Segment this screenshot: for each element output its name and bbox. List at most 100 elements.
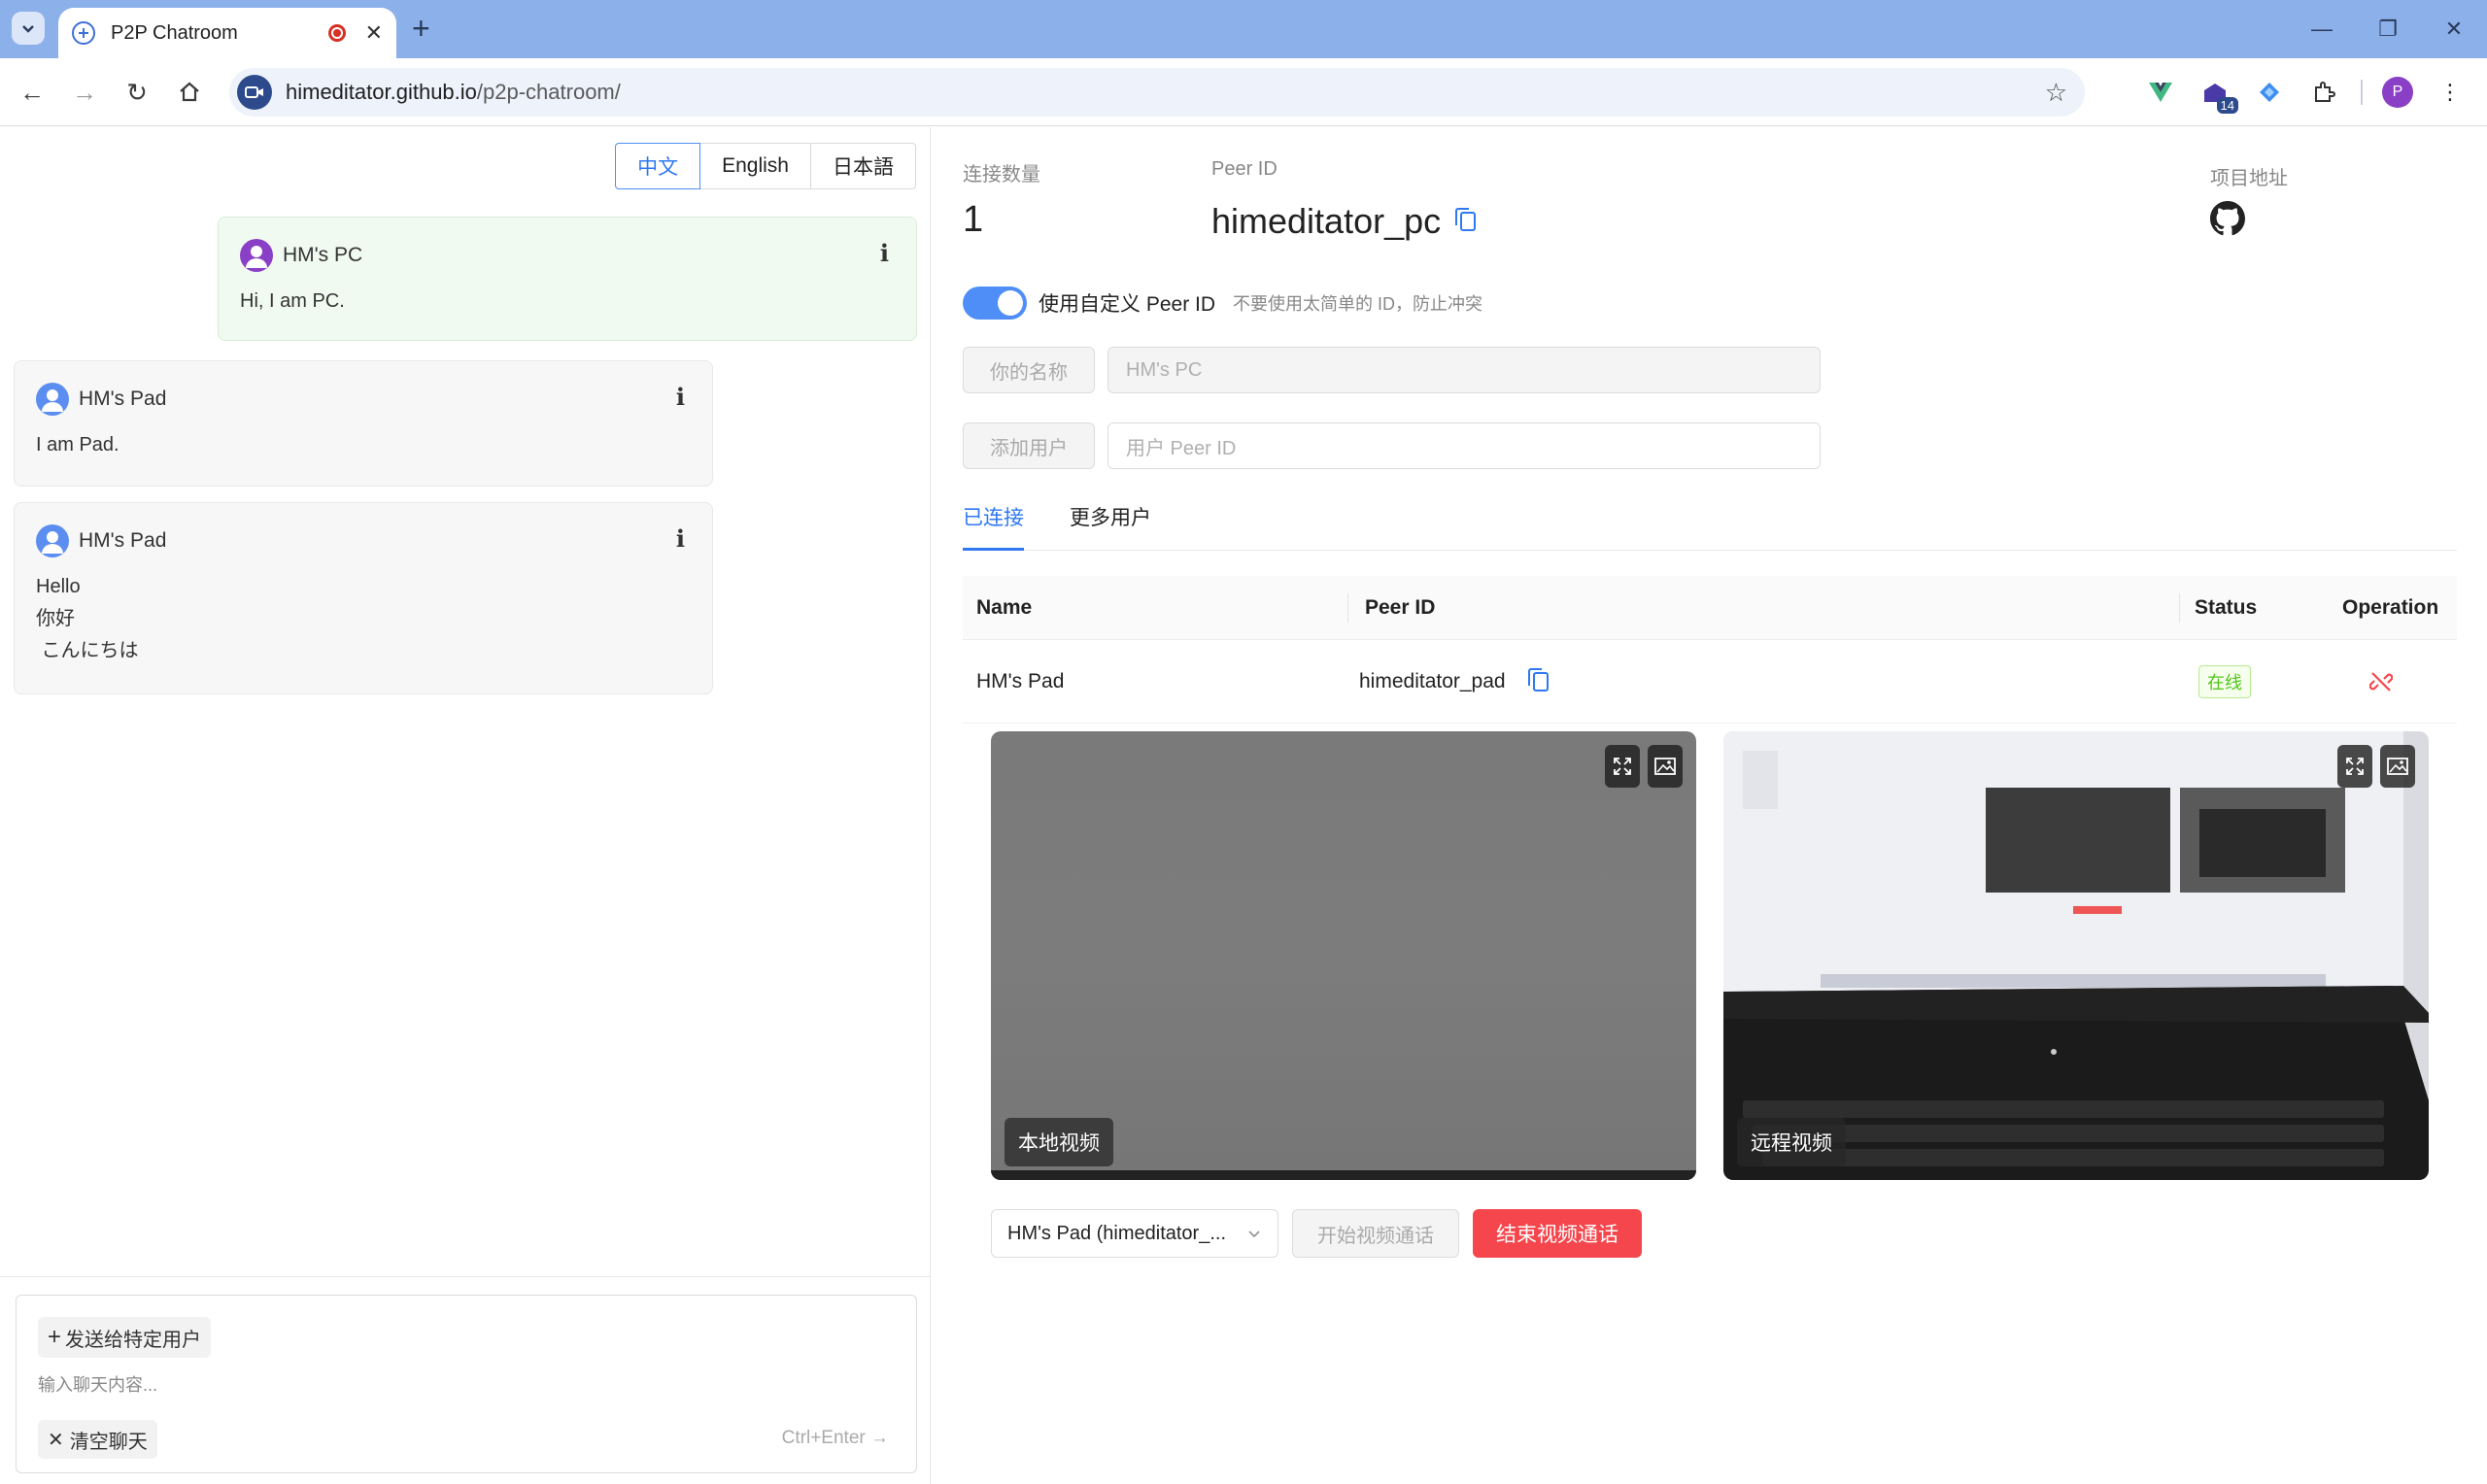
message-text: Hello 你好 こんにちは <box>36 576 139 661</box>
connection-count: 1 <box>963 199 984 240</box>
custom-peer-id-toggle[interactable] <box>963 287 1027 320</box>
browser-tab[interactable]: P2P Chatroom ✕ <box>58 8 396 58</box>
peer-id-input[interactable]: 用户 Peer ID <box>1107 422 1821 469</box>
chat-message: HM's PC i Hi, I am PC. <box>218 217 917 341</box>
send-to-user-button[interactable]: + 发送给特定用户 <box>38 1317 212 1358</box>
remote-video[interactable]: 远程视频 <box>1723 731 2429 1180</box>
minimize-icon[interactable]: — <box>2289 0 2355 58</box>
end-video-call-button[interactable]: 结束视频通话 <box>1473 1209 1642 1258</box>
add-user-button[interactable]: 添加用户 <box>963 422 1095 469</box>
chat-message: HM's Pad i I am Pad. <box>14 360 713 487</box>
status-badge: 在线 <box>2198 664 2251 698</box>
message-sender: HM's Pad <box>79 529 167 552</box>
extension-badge-icon[interactable]: 14 <box>2197 75 2238 114</box>
lang-ja-button[interactable]: 日本語 <box>811 143 916 189</box>
send-shortcut-hint[interactable]: Ctrl+Enter → <box>782 1428 889 1449</box>
project-link-label: 项目地址 <box>2210 168 2288 189</box>
column-header-status: Status <box>2195 595 2258 619</box>
window-controls: — ❐ ✕ <box>2289 0 2487 58</box>
info-icon[interactable]: i <box>676 524 685 553</box>
github-icon[interactable] <box>2210 201 2245 236</box>
lang-zh-button[interactable]: 中文 <box>615 143 701 189</box>
table-header: Name Peer ID Status Operation <box>963 576 2457 640</box>
disconnect-link-icon <box>2369 671 2393 691</box>
local-video[interactable]: 本地视频 <box>991 731 1696 1180</box>
remote-video-label: 远程视频 <box>1737 1118 1846 1166</box>
composer-area: + 发送给特定用户 输入聊天内容... ✕ 清空聊天 Ctrl+Enter → <box>0 1276 931 1484</box>
translate-extension-icon[interactable] <box>2252 75 2287 110</box>
user-avatar-icon <box>36 383 69 416</box>
column-header-operation: Operation <box>2342 595 2439 619</box>
message-sender: HM's Pad <box>79 388 167 410</box>
plus-icon: + <box>48 1324 62 1350</box>
more-menu-icon[interactable]: ⋮ <box>2433 75 2468 110</box>
connection-count-label: 连接数量 <box>963 164 1040 186</box>
user-avatar-icon <box>36 524 69 557</box>
tab-search-button[interactable] <box>12 12 45 45</box>
tab-close-icon[interactable]: ✕ <box>365 20 383 46</box>
custom-peer-id-label: 使用自定义 Peer ID <box>1039 293 1216 316</box>
message-text: I am Pad. <box>36 434 119 455</box>
table-row: HM's Pad himeditator_pad 在线 <box>963 640 2457 724</box>
chat-panel: 中文 English 日本語 HM's PC i Hi, I am PC. HM… <box>0 127 931 1484</box>
close-icon: ✕ <box>48 1429 64 1451</box>
recording-icon <box>327 24 346 42</box>
info-icon[interactable]: i <box>676 383 685 411</box>
message-composer[interactable]: + 发送给特定用户 输入聊天内容... ✕ 清空聊天 Ctrl+Enter → <box>16 1295 917 1473</box>
control-panel: 连接数量 1 Peer ID himeditator_pc 项目地址 使用自定义… <box>932 127 2487 1484</box>
peer-id-value: himeditator_pc <box>1211 201 1442 241</box>
new-tab-button[interactable]: + <box>412 12 430 45</box>
chevron-down-icon <box>1248 1231 1260 1238</box>
vue-devtools-icon[interactable] <box>2143 75 2178 110</box>
peer-id-label: Peer ID <box>1211 158 1278 180</box>
toolbar-separator <box>2361 80 2363 105</box>
extensions-area: 14 P ⋮ <box>2143 72 2468 114</box>
camera-icon[interactable] <box>237 75 272 110</box>
copy-icon[interactable] <box>1455 208 1477 231</box>
tab-title: P2P Chatroom <box>111 21 238 44</box>
extension-badge-count: 14 <box>2216 97 2238 114</box>
fullscreen-icon[interactable] <box>2337 745 2372 788</box>
lang-en-button[interactable]: English <box>700 143 811 189</box>
row-peer-id: himeditator_pad <box>1359 640 1549 723</box>
address-bar[interactable]: himeditator.github.io/p2p-chatroom/ ☆ <box>229 68 2085 117</box>
window-close-icon[interactable]: ✕ <box>2421 0 2487 58</box>
reload-icon[interactable]: ↻ <box>119 74 155 111</box>
puzzle-icon[interactable] <box>2306 75 2341 110</box>
tab-more-users[interactable]: 更多用户 <box>1070 502 1151 551</box>
set-name-button[interactable]: 你的名称 <box>963 347 1095 393</box>
chevron-down-icon <box>22 25 34 33</box>
name-input[interactable]: HM's PC <box>1107 347 1821 393</box>
back-icon[interactable]: ← <box>14 74 51 111</box>
user-tabs: 已连接 更多用户 <box>963 502 2457 551</box>
local-video-label: 本地视频 <box>1005 1118 1113 1166</box>
forward-icon[interactable]: → <box>66 74 103 111</box>
custom-peer-id-hint: 不要使用太简单的 ID，防止冲突 <box>1233 294 1482 314</box>
connected-users-table: Name Peer ID Status Operation HM's Pad h… <box>963 576 2457 724</box>
message-sender: HM's PC <box>283 244 363 266</box>
disconnect-button[interactable] <box>2369 640 2393 723</box>
screenshot-icon[interactable] <box>2380 745 2415 788</box>
peer-id-display: himeditator_pc <box>1211 201 1477 242</box>
browser-tab-bar: P2P Chatroom ✕ + — ❐ ✕ <box>0 0 2487 58</box>
chat-input[interactable]: 输入聊天内容... <box>38 1371 157 1397</box>
bookmark-star-icon[interactable]: ☆ <box>2045 78 2067 108</box>
clear-chat-button[interactable]: ✕ 清空聊天 <box>38 1420 157 1459</box>
chat-message: HM's Pad i Hello 你好 こんにちは <box>14 502 713 694</box>
start-video-call-button[interactable]: 开始视频通话 <box>1292 1209 1459 1258</box>
copy-icon[interactable] <box>1527 667 1549 691</box>
row-name: HM's Pad <box>976 669 1065 692</box>
user-avatar-icon <box>240 239 273 272</box>
call-peer-select[interactable]: HM's Pad (himeditator_... <box>991 1209 1278 1258</box>
arrow-right-icon: → <box>870 1428 889 1448</box>
restore-icon[interactable]: ❐ <box>2355 0 2421 58</box>
screenshot-icon[interactable] <box>1648 745 1683 788</box>
column-separator <box>1347 593 1348 623</box>
info-icon[interactable]: i <box>880 239 889 267</box>
call-controls: HM's Pad (himeditator_... 开始视频通话 结束视频通话 <box>991 1209 1642 1258</box>
home-icon[interactable] <box>171 74 208 111</box>
fullscreen-icon[interactable] <box>1605 745 1640 788</box>
message-text: Hi, I am PC. <box>240 290 345 312</box>
profile-avatar[interactable]: P <box>2382 77 2413 108</box>
tab-connected[interactable]: 已连接 <box>963 502 1024 551</box>
